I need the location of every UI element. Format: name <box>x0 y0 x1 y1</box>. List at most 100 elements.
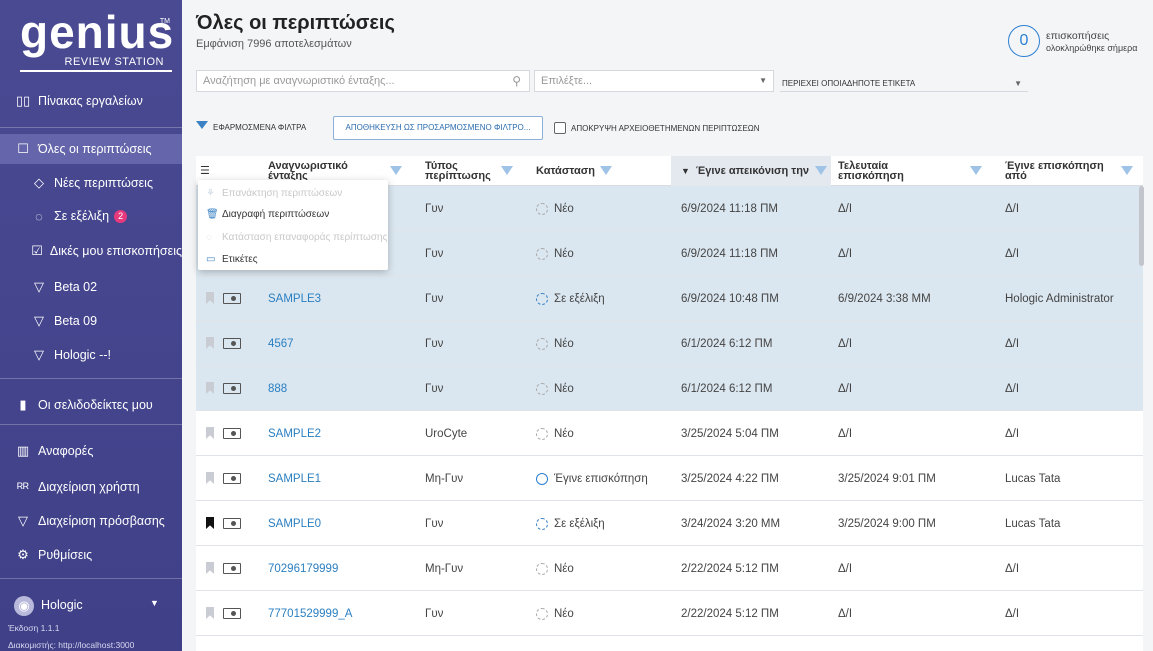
tags-label: Ετικέτες <box>222 253 258 265</box>
case-status: Σε εξέλιξη <box>536 501 605 546</box>
nav-new-cases[interactable]: ◇ Νέες περιπτώσεις <box>0 168 182 198</box>
filter-icon[interactable] <box>815 166 827 175</box>
reviewed-by-text: Δ/Ι <box>1005 202 1020 215</box>
table-row[interactable]: 4567 Γυν Νέο 6/1/2024 6:12 ΠΜ Δ/Ι Δ/Ι <box>196 321 1143 366</box>
case-id-link[interactable]: SAMPLE2 <box>268 411 321 456</box>
table-row[interactable]: 70296179999 Μη-Γυν Νέο 2/22/2024 5:12 ΠΜ Δ/Ι… <box>196 546 1143 591</box>
column-header-imaged[interactable]: ▼ Έγινε απεικόνιση την <box>671 156 831 186</box>
nav-beta-09[interactable]: ▽ Beta 09 <box>0 306 182 336</box>
applied-filters-label[interactable]: ΕΦΑΡΜΟΣΜΕΝΑ ΦΙΛΤΡΑ <box>213 123 306 132</box>
filter-icon[interactable] <box>1121 166 1133 175</box>
nav-bookmarks[interactable]: ▮ Οι σελιδοδείκτες μου <box>0 390 182 420</box>
column-header-last-review[interactable]: Τελευταία επισκόπηση <box>838 156 988 186</box>
reviewed-by: Lucas Tata <box>1005 501 1060 546</box>
case-select[interactable]: Επιλέξτε... ▼ <box>534 70 774 92</box>
case-id-link[interactable]: 888 <box>268 366 287 411</box>
case-id-link[interactable]: 77701529999_A <box>268 591 352 636</box>
bookmark-icon[interactable] <box>206 427 214 439</box>
filter-icon[interactable] <box>196 121 208 129</box>
reviewed-by-text: Hologic Administrator <box>1005 292 1114 305</box>
chevron-down-icon[interactable]: ▼ <box>150 598 159 608</box>
nav-beta-02[interactable]: ▽ Beta 02 <box>0 272 182 302</box>
slide-card-icon <box>223 338 241 349</box>
user-menu[interactable]: ◉ Hologic ▼ Έκδοση 1.1.1 Διακομιστής: ht… <box>0 586 182 651</box>
column-header-reviewed-by-label: Έγινε επισκόπηση από <box>1005 160 1104 182</box>
hide-archived-label[interactable]: ΑΠΟΚΡΥΨΗ ΑΡΧΕΙΟΘΕΤΗΜΕΝΩΝ ΠΕΡΙΠΤΩΣΕΩΝ <box>571 124 760 133</box>
filter-icon[interactable] <box>970 166 982 175</box>
case-type-text: Γυν <box>425 517 444 530</box>
nav-access-mgmt[interactable]: ▽ Διαχείριση πρόσβασης <box>0 506 182 536</box>
bookmark-icon[interactable] <box>206 517 214 529</box>
table-row[interactable]: SAMPLE1 Μη-Γυν Έγινε επισκόπηση 3/25/2024 4… <box>196 456 1143 501</box>
reviewed-by-text: Δ/Ι <box>1005 382 1020 395</box>
nav-beta-02-label: Beta 02 <box>54 280 98 294</box>
search-input[interactable]: Αναζήτηση με αναγνωριστικό ένταξης... ⚲ <box>196 70 530 92</box>
case-id-link-text: SAMPLE0 <box>268 517 322 530</box>
table-scrollbar[interactable] <box>1139 186 1144 266</box>
case-status: Νέο <box>536 546 574 591</box>
case-id-link-text: 77701529999_A <box>268 607 353 620</box>
table-row[interactable]: SAMPLE2 UroCyte Νέο 3/25/2024 5:04 ΠΜ Δ/Ι Δ/Ι <box>196 411 1143 456</box>
nav-all-cases[interactable]: ☐ Όλες οι περιπτώσεις <box>0 134 182 164</box>
column-header-status[interactable]: Κατάσταση <box>536 156 656 186</box>
case-type: Γυν <box>425 501 443 546</box>
last-review-date-text: 3/25/2024 9:00 ΠΜ <box>838 517 936 530</box>
case-id-link[interactable]: SAMPLE0 <box>268 501 321 546</box>
tags-item[interactable]: ▭ Ετικέτες <box>206 250 258 268</box>
nav-all-cases-label: Όλες οι περιπτώσεις <box>38 142 152 156</box>
nav-dashboard[interactable]: ▯▯ Πίνακας εργαλείων <box>0 86 182 116</box>
column-header-reviewed-by[interactable]: Έγινε επισκόπηση από <box>1005 156 1143 186</box>
last-review-date-text: 6/9/2024 3:38 ΜΜ <box>838 292 931 305</box>
imaged-date: 6/9/2024 11:18 ΠΜ <box>681 186 778 231</box>
version-text: Έκδοση 1.1.1 <box>8 623 60 633</box>
hide-archived-checkbox[interactable] <box>554 122 566 134</box>
case-type-text: Γυν <box>425 202 444 215</box>
nav-reports[interactable]: ▥ Αναφορές <box>0 436 182 466</box>
search-icon[interactable]: ⚲ <box>512 74 521 88</box>
case-id-link[interactable]: SAMPLE3 <box>268 276 321 321</box>
filter-icon: ▽ <box>34 347 44 362</box>
save-custom-filter-button[interactable]: ΑΠΟΘΗΚΕΥΣΗ ΩΣ ΠΡΟΣΑΡΜΟΣΜΕΝΟ ΦΙΛΤΡΟ... <box>333 116 543 140</box>
nav-settings[interactable]: ⚙ Ρυθμίσεις <box>0 540 182 570</box>
filter-icon[interactable] <box>600 166 612 175</box>
restore-cases-item[interactable]: ⚘ Επανάκτηση περιπτώσεων <box>206 184 342 202</box>
slide-card-icon <box>223 608 241 619</box>
case-id-link[interactable]: SAMPLE1 <box>268 456 321 501</box>
nav-user-mgmt[interactable]: ᴿᴿ Διαχείριση χρήστη <box>0 472 182 502</box>
table-row[interactable]: SAMPLE3 Γυν Σε εξέλιξη 6/9/2024 10:48 ΠΜ 6/9… <box>196 276 1143 321</box>
imaged-date-text: 6/9/2024 11:18 ΠΜ <box>681 202 778 215</box>
column-header-type[interactable]: Τύπος περίπτωσης <box>425 156 525 186</box>
last-review-date: Δ/Ι <box>838 186 852 231</box>
chart-icon: ▥ <box>16 443 30 458</box>
sort-desc-icon: ▼ <box>681 166 690 176</box>
case-type: Γυν <box>425 276 443 321</box>
case-id-link[interactable]: 4567 <box>268 321 294 366</box>
reviewed-by-text: Δ/Ι <box>1005 427 1020 440</box>
last-review-date-text: Δ/Ι <box>838 202 853 215</box>
bookmark-icon[interactable] <box>206 382 214 394</box>
slide-card-icon <box>223 293 241 304</box>
table-row[interactable]: SAMPLE0 Γυν Σε εξέλιξη 3/24/2024 3:20 ΜΜ 3/2… <box>196 501 1143 546</box>
bookmark-icon[interactable] <box>206 472 214 484</box>
table-row[interactable]: 888 Γυν Νέο 6/1/2024 6:12 ΠΜ Δ/Ι Δ/Ι <box>196 366 1143 411</box>
tag-select[interactable]: ΠΕΡΙΕΧΕΙ ΟΠΟΙΑΔΗΠΟΤΕ ΕΤΙΚΕΤΑ ▼ <box>780 74 1028 92</box>
case-status-text: Νέο <box>554 337 574 350</box>
bookmark-icon[interactable] <box>206 337 214 349</box>
bookmark-icon[interactable] <box>206 607 214 619</box>
filter-icon[interactable] <box>501 166 513 175</box>
bookmark-icon[interactable] <box>206 562 214 574</box>
nav-my-reviews[interactable]: ☑ Δικές μου επισκοπήσεις <box>0 236 182 266</box>
bookmark-icon[interactable] <box>206 292 214 304</box>
case-id-link[interactable]: 70296179999 <box>268 546 338 591</box>
nav-hologic-filter[interactable]: ▽ Hologic --! <box>0 340 182 370</box>
imaged-date-text: 2/22/2024 5:12 ΠΜ <box>681 562 779 575</box>
table-row[interactable]: 77701529999_A Γυν Νέο 2/22/2024 5:12 ΠΜ Δ/Ι Δ… <box>196 591 1143 636</box>
case-id-link-text: 888 <box>268 382 288 395</box>
nav-divider <box>0 424 182 425</box>
nav-in-progress[interactable]: ◌ Σε εξέλιξη 2 <box>0 201 182 231</box>
reset-status-item[interactable]: ◌ Κατάσταση επαναφοράς περίπτωσης <box>206 228 387 246</box>
delete-cases-item[interactable]: 🗑 Διαγραφή περιπτώσεων <box>206 205 329 223</box>
last-review-date: Δ/Ι <box>838 231 852 276</box>
chevron-down-icon: ▼ <box>759 76 767 85</box>
filter-icon[interactable] <box>390 166 402 175</box>
